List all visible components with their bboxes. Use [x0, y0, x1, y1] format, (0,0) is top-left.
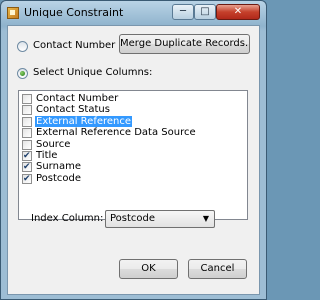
list-item[interactable]: External Reference — [19, 115, 247, 128]
select-unique-columns-radio[interactable] — [17, 68, 28, 79]
list-item[interactable]: ✔ Postcode — [19, 172, 247, 185]
column-label: Postcode — [36, 172, 82, 184]
minimize-button[interactable]: ─ — [172, 4, 194, 20]
list-item[interactable]: Contact Number — [19, 93, 247, 105]
contact-number-radio[interactable] — [17, 41, 28, 52]
dialog-window: Unique Constraint ─ □ ✕ Contact Number M… — [0, 0, 267, 300]
list-item[interactable]: External Reference Data Source — [19, 127, 247, 139]
column-label: Surname — [36, 161, 81, 173]
select-unique-columns-radio-label[interactable]: Select Unique Columns: — [33, 67, 152, 78]
column-label: Contact Status — [36, 104, 110, 116]
app-icon — [7, 7, 19, 19]
window-title: Unique Constraint — [24, 6, 124, 19]
column-checkbox[interactable] — [22, 116, 32, 127]
column-checkbox[interactable] — [22, 128, 32, 139]
dialog-content: Contact Number Merge Duplicate Records..… — [7, 25, 260, 295]
index-column-value: Postcode — [110, 213, 156, 224]
column-label: External Reference — [35, 115, 133, 127]
index-column-label: Index Column: — [31, 213, 104, 224]
list-item[interactable]: Contact Status — [19, 104, 247, 116]
chevron-down-icon: ▼ — [202, 214, 209, 223]
column-checkbox[interactable] — [22, 105, 32, 116]
column-label: Title — [36, 149, 58, 161]
list-item[interactable]: ✔ Title — [19, 149, 247, 162]
list-item[interactable]: Source — [19, 138, 247, 151]
unique-columns-checklist[interactable]: Contact Number Contact Status External Ref… — [18, 90, 248, 220]
title-bar[interactable]: Unique Constraint ─ □ ✕ — [1, 1, 266, 25]
column-checkbox[interactable]: ✔ — [22, 173, 32, 184]
ok-button[interactable]: OK — [119, 259, 178, 279]
cancel-button[interactable]: Cancel — [188, 259, 247, 279]
maximize-button[interactable]: □ — [194, 4, 216, 20]
close-button[interactable]: ✕ — [216, 4, 260, 20]
merge-duplicate-records-button[interactable]: Merge Duplicate Records... — [119, 34, 250, 54]
checkmark-icon: ✔ — [23, 173, 31, 184]
list-item[interactable]: ✔ Surname — [19, 161, 247, 173]
contact-number-radio-label[interactable]: Contact Number — [33, 40, 115, 51]
index-column-dropdown[interactable]: Postcode ▼ — [105, 210, 215, 228]
column-label: Contact Number — [36, 93, 119, 104]
column-label: Source — [36, 138, 71, 150]
column-label: External Reference Data Source — [36, 127, 196, 139]
column-checkbox[interactable] — [22, 94, 32, 104]
